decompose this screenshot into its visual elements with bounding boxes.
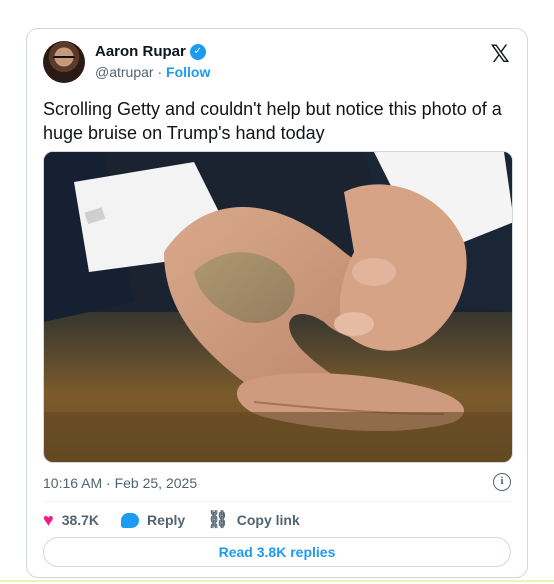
- author-handle[interactable]: @atrupar: [95, 64, 154, 80]
- avatar[interactable]: [43, 41, 85, 83]
- tweet-actions: ♥ 38.7K Reply ⛓ Copy link: [43, 509, 322, 531]
- like-button[interactable]: ♥ 38.7K: [43, 511, 99, 529]
- reply-bubble-icon: [121, 512, 140, 528]
- tweet-card: Aaron Rupar ✓ @atrupar · Follow 𝕏 Scroll…: [26, 28, 528, 578]
- tweet-timestamp[interactable]: 10:16 AM · Feb 25, 2025: [43, 475, 197, 491]
- author-block: Aaron Rupar ✓ @atrupar · Follow: [95, 43, 210, 80]
- tweet-header: Aaron Rupar ✓ @atrupar · Follow 𝕏: [43, 41, 511, 85]
- handle-separator: ·: [157, 64, 163, 80]
- read-replies-button[interactable]: Read 3.8K replies: [43, 537, 511, 567]
- tweet-photo[interactable]: [43, 151, 513, 463]
- reply-button[interactable]: Reply: [121, 512, 185, 528]
- verified-badge-icon: ✓: [189, 43, 206, 60]
- info-icon[interactable]: i: [493, 473, 511, 491]
- like-count: 38.7K: [61, 512, 100, 528]
- page-bottom-rule: [0, 580, 554, 582]
- link-icon: ⛓: [207, 510, 229, 529]
- reply-label: Reply: [147, 512, 186, 528]
- heart-icon: ♥: [43, 510, 54, 530]
- x-logo-icon[interactable]: 𝕏: [489, 42, 511, 66]
- hands-photo-illustration: [44, 152, 512, 462]
- follow-button[interactable]: Follow: [166, 64, 210, 80]
- divider: [43, 501, 511, 502]
- author-name[interactable]: Aaron Rupar: [95, 43, 186, 60]
- tweet-text: Scrolling Getty and couldn't help but no…: [43, 99, 502, 143]
- copy-link-label: Copy link: [236, 512, 300, 528]
- copy-link-button[interactable]: ⛓ Copy link: [207, 510, 300, 530]
